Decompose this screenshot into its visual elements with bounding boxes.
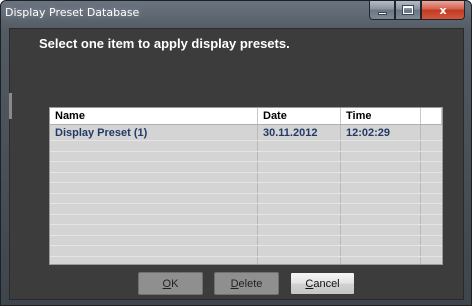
empty-row — [50, 151, 442, 162]
empty-row — [50, 246, 442, 257]
left-edge-accent — [9, 93, 12, 119]
title-bar[interactable]: Display Preset Database x — [1, 1, 471, 27]
delete-label-rest: elete — [238, 277, 263, 290]
instruction-text: Select one item to apply display presets… — [39, 36, 290, 51]
empty-row — [50, 235, 442, 246]
window-title: Display Preset Database — [5, 6, 140, 19]
cell-time: 12:02:29 — [341, 125, 421, 140]
preset-database-window: Display Preset Database x Select one ite… — [0, 0, 472, 306]
maximize-button[interactable] — [395, 1, 421, 20]
cancel-accelerator: C — [305, 277, 314, 290]
empty-row — [50, 193, 442, 204]
cell-date: 30.11.2012 — [258, 125, 341, 140]
column-header-name[interactable]: Name — [50, 108, 258, 124]
ok-label-rest: K — [171, 277, 179, 290]
empty-row — [50, 141, 442, 152]
cell-name: Display Preset (1) — [50, 125, 258, 140]
empty-row — [50, 183, 442, 194]
grid-header: Name Date Time — [50, 108, 442, 125]
empty-row — [50, 204, 442, 215]
column-header-date[interactable]: Date — [258, 108, 341, 124]
caption-buttons: x — [369, 1, 465, 21]
empty-row — [50, 256, 442, 264]
empty-row — [50, 225, 442, 236]
close-icon: x — [439, 3, 447, 17]
delete-accelerator: D — [230, 277, 239, 290]
maximize-icon — [402, 5, 414, 15]
column-header-filler — [421, 108, 442, 124]
ok-button[interactable]: OK — [138, 272, 203, 295]
empty-row — [50, 162, 442, 173]
column-header-time[interactable]: Time — [341, 108, 421, 124]
preset-grid[interactable]: Name Date Time Display Preset (1) 30.11.… — [49, 107, 443, 265]
close-button[interactable]: x — [421, 1, 465, 20]
minimize-icon — [377, 11, 387, 15]
cancel-button[interactable]: Cancel — [290, 272, 355, 295]
ok-accelerator: O — [162, 277, 172, 290]
table-row[interactable]: Display Preset (1) 30.11.2012 12:02:29 — [50, 125, 442, 141]
cell-filler — [421, 125, 442, 140]
delete-button[interactable]: Delete — [214, 272, 279, 295]
empty-row — [50, 172, 442, 183]
minimize-button[interactable] — [369, 1, 395, 20]
empty-row — [50, 214, 442, 225]
cancel-label-rest: ancel — [313, 277, 340, 290]
